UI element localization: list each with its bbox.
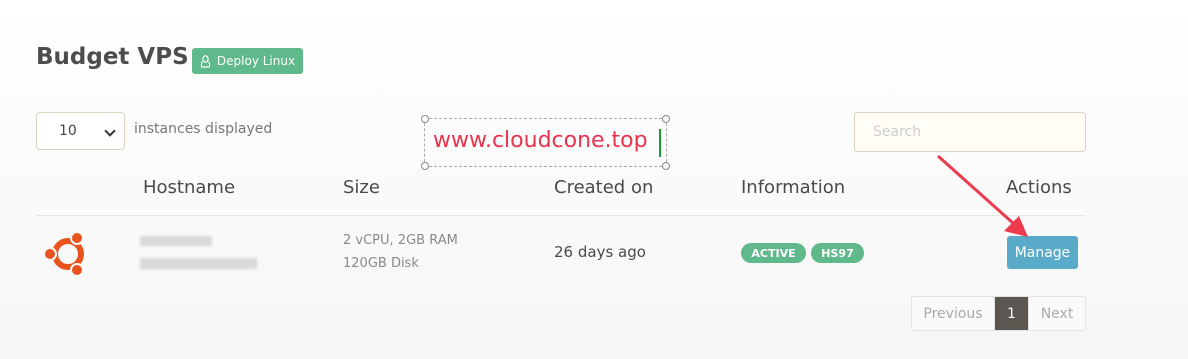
page-length-select[interactable]: 10	[36, 112, 125, 150]
hostname-redacted	[140, 236, 212, 246]
size-spec-line1: 2 vCPU, 2GB RAM	[343, 233, 458, 248]
resize-handle	[421, 162, 429, 170]
watermark-text: www.cloudcone.top	[433, 128, 648, 153]
page-title: Budget VPS	[36, 44, 189, 70]
page-length-label: instances displayed	[134, 121, 273, 137]
page-length-value: 10	[59, 123, 77, 139]
resize-handle	[662, 115, 670, 123]
column-header-hostname[interactable]: Hostname	[143, 177, 235, 198]
created-on-value: 26 days ago	[554, 243, 646, 261]
next-page-button[interactable]: Next	[1028, 297, 1085, 330]
pagination: Previous 1 Next	[911, 296, 1086, 331]
search-input[interactable]	[854, 112, 1086, 152]
ip-redacted	[140, 258, 257, 269]
previous-page-button[interactable]: Previous	[912, 297, 995, 330]
location-badge: HS97	[811, 243, 864, 263]
text-cursor	[659, 129, 661, 157]
annotation-arrow-icon	[936, 154, 1028, 237]
ubuntu-icon	[43, 231, 84, 277]
deploy-linux-button[interactable]: Deploy Linux	[192, 48, 303, 74]
column-header-created[interactable]: Created on	[554, 177, 653, 198]
resize-handle	[421, 115, 429, 123]
deploy-linux-label: Deploy Linux	[216, 54, 296, 68]
watermark-textbox: www.cloudcone.top	[421, 115, 670, 170]
linux-icon	[200, 54, 211, 68]
column-header-size[interactable]: Size	[343, 177, 380, 198]
resize-handle	[662, 162, 670, 170]
chevron-down-icon	[104, 125, 116, 137]
current-page-button[interactable]: 1	[995, 297, 1028, 330]
status-badge: ACTIVE	[741, 243, 806, 263]
divider	[36, 215, 1086, 216]
column-header-information[interactable]: Information	[741, 177, 845, 198]
size-spec-line2: 120GB Disk	[343, 256, 419, 271]
